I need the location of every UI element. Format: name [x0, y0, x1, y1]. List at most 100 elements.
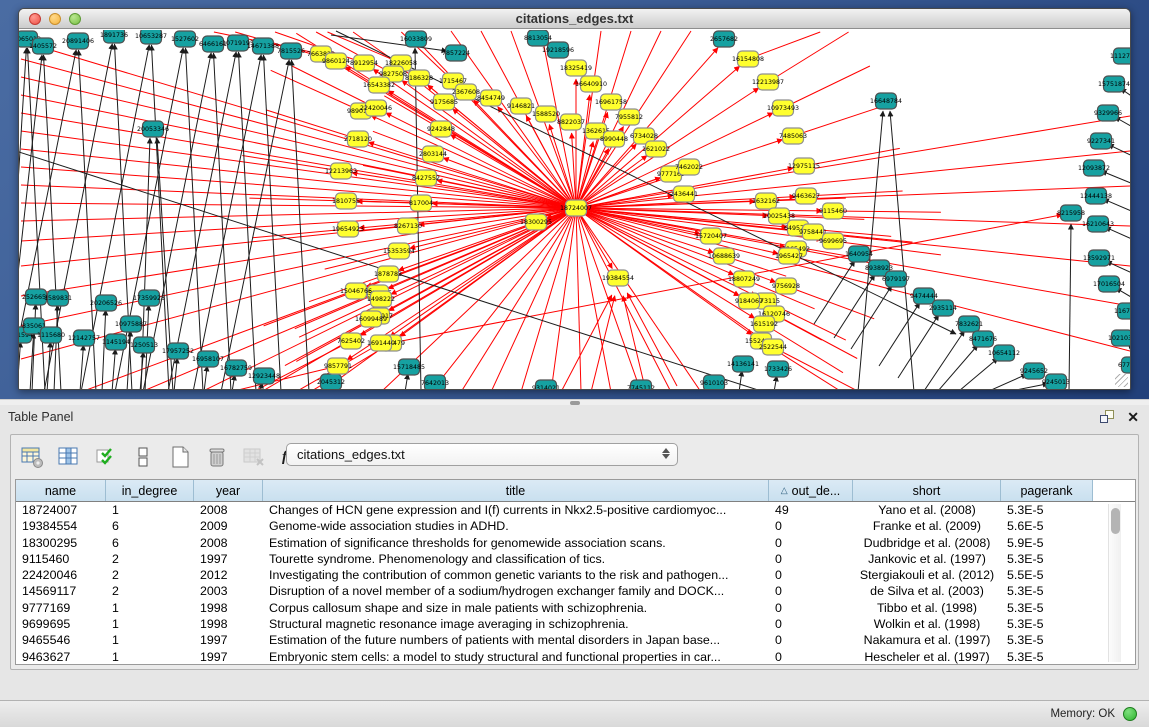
table-row[interactable]: 946554611997Estimation of the future num…	[16, 632, 1135, 648]
graph-node[interactable]: 8912954	[350, 55, 378, 71]
network-canvas[interactable]: 2065013140557220891406189173610653287152…	[19, 30, 1131, 390]
graph-node[interactable]: 9314021	[532, 380, 560, 390]
column-header-title[interactable]: title	[263, 480, 769, 501]
table-row[interactable]: 1872400712008Changes of HCN gene express…	[16, 502, 1135, 518]
graph-node[interactable]: 1588520	[532, 106, 560, 122]
graph-node[interactable]: 1250513	[130, 337, 158, 353]
scrollbar-thumb[interactable]	[1111, 508, 1120, 534]
float-panel-icon[interactable]	[1099, 409, 1115, 425]
graph-node[interactable]: 20053346	[137, 121, 169, 137]
graph-node[interactable]: 16033809	[400, 31, 432, 47]
graph-node[interactable]: 9756928	[772, 278, 800, 294]
graph-node[interactable]: 1878783	[374, 266, 402, 282]
graph-node[interactable]: 7462022	[675, 159, 703, 175]
graph-node[interactable]: 17359928	[133, 290, 165, 306]
column-header-out-de-[interactable]: △out_de...	[769, 480, 853, 501]
graph-node[interactable]: 8471676	[969, 331, 997, 347]
table-row[interactable]: 969969511998Structural magnetic resonanc…	[16, 616, 1135, 632]
table-row[interactable]: 946362711997Embryonic stem cells: a mode…	[16, 649, 1135, 665]
row-height-icon[interactable]	[130, 444, 156, 470]
graph-node[interactable]: 2522544	[759, 339, 787, 355]
graph-node[interactable]: 9610103	[700, 375, 728, 390]
graph-node[interactable]: 1405572	[29, 38, 57, 54]
graph-node[interactable]: 1145194	[102, 334, 130, 350]
graph-node[interactable]: 12923448	[248, 368, 280, 384]
graph-node[interactable]: 6979197	[882, 271, 910, 287]
graph-node[interactable]: 8267130	[394, 218, 422, 234]
graph-node[interactable]: 10653287	[135, 30, 167, 44]
graph-node[interactable]: 9184067	[735, 293, 763, 309]
graph-node[interactable]: 8215958	[1057, 205, 1085, 221]
graph-node[interactable]: 10654112	[988, 345, 1020, 361]
graph-node[interactable]: 1115680	[37, 327, 65, 343]
graph-node[interactable]: 1965427	[775, 248, 803, 264]
graph-node[interactable]: 7485063	[779, 128, 807, 144]
show-columns-icon[interactable]	[56, 444, 82, 470]
graph-node[interactable]: 16640910	[575, 76, 607, 92]
table-row[interactable]: 977716911998Corpus callosum shape and si…	[16, 600, 1135, 616]
graph-node[interactable]: 9463627	[792, 188, 820, 204]
close-panel-icon[interactable]: ✕	[1127, 409, 1139, 425]
graph-node[interactable]: 1167534	[1114, 303, 1131, 319]
table-scrollbar[interactable]	[1108, 504, 1121, 662]
graph-node[interactable]: 16210643	[1082, 216, 1114, 232]
graph-node[interactable]: 2718120	[344, 131, 372, 147]
graph-node[interactable]: 2436441	[670, 186, 698, 202]
graph-node[interactable]: 9245013	[1042, 374, 1070, 390]
graph-node[interactable]: 9329966	[1094, 105, 1122, 121]
graph-node[interactable]: 7745112	[627, 380, 655, 390]
column-header-year[interactable]: year	[194, 480, 263, 501]
graph-node[interactable]: 20891406	[62, 33, 94, 49]
graph-node[interactable]: 9245652	[1020, 363, 1048, 379]
graph-node[interactable]: 1810755	[332, 193, 360, 209]
table-selector-dropdown[interactable]: citations_edges.txt	[286, 443, 678, 466]
graph-node[interactable]: 1589831	[44, 290, 72, 306]
graph-node[interactable]: 9242848	[427, 121, 455, 137]
graph-node[interactable]: 2045312	[317, 374, 345, 390]
graph-node[interactable]: 817004	[409, 195, 433, 211]
graph-node[interactable]: 9699695	[819, 233, 847, 249]
graph-node[interactable]: 12142757	[68, 330, 100, 346]
select-rows-icon[interactable]	[93, 444, 119, 470]
table-row[interactable]: 2242004622012Investigating the contribut…	[16, 567, 1135, 583]
graph-node[interactable]: 17016504	[1093, 276, 1125, 292]
graph-node[interactable]: 1615192	[750, 316, 778, 332]
graph-node[interactable]: 9146821	[507, 98, 535, 114]
column-header-name[interactable]: name	[16, 480, 106, 501]
column-header-in-degree[interactable]: in_degree	[106, 480, 194, 501]
graph-node[interactable]: 1632162	[752, 193, 780, 209]
table-row[interactable]: 911546021997Tourette syndrome. Phenomeno…	[16, 551, 1135, 567]
column-header-short[interactable]: short	[853, 480, 1001, 501]
graph-node[interactable]: 15353594	[383, 243, 415, 259]
graph-node[interactable]: 1621022	[642, 141, 670, 157]
graph-node[interactable]: 7815526	[277, 43, 305, 59]
window-titlebar[interactable]: citations_edges.txt	[19, 9, 1130, 29]
graph-node[interactable]: 2935114	[929, 300, 957, 316]
graph-node[interactable]: 8427552	[412, 170, 440, 186]
graph-node[interactable]: 1691440	[367, 335, 395, 351]
graph-node[interactable]: 12093872	[1078, 160, 1110, 176]
graph-node[interactable]: 7642013	[421, 375, 449, 390]
graph-node[interactable]: 12213987	[752, 74, 784, 90]
network-canvas-wrap[interactable]: 2065013140557220891406189173610653287152…	[19, 30, 1130, 389]
graph-node[interactable]: 9227341	[1087, 133, 1115, 149]
graph-node[interactable]: 16648784	[870, 93, 902, 109]
graph-node[interactable]: 12444138	[1080, 188, 1112, 204]
graph-node[interactable]: 2803144	[419, 146, 447, 162]
graph-node[interactable]: 9175685	[430, 94, 458, 110]
graph-node[interactable]: 16961758	[595, 94, 627, 110]
table-row[interactable]: 1938455462009Genome-wide association stu…	[16, 518, 1135, 534]
graph-node[interactable]: 2367608	[452, 84, 480, 100]
graph-node[interactable]: 15751874	[1098, 76, 1130, 92]
window-resize-grip[interactable]	[1115, 374, 1128, 387]
graph-node[interactable]: 1891736	[100, 30, 128, 43]
graph-node[interactable]: 19384554	[602, 270, 634, 286]
graph-node[interactable]: 19654923	[332, 221, 364, 237]
graph-node[interactable]: 6771025	[1118, 357, 1131, 373]
graph-node[interactable]: 9860124	[322, 53, 350, 69]
memory-status-icon[interactable]	[1123, 707, 1137, 721]
table-row[interactable]: 1830029562008Estimation of significance …	[16, 535, 1135, 551]
graph-node[interactable]: 16154808	[732, 51, 764, 67]
graph-node[interactable]: 7955812	[615, 109, 643, 125]
graph-node[interactable]: 7625402	[337, 333, 365, 349]
